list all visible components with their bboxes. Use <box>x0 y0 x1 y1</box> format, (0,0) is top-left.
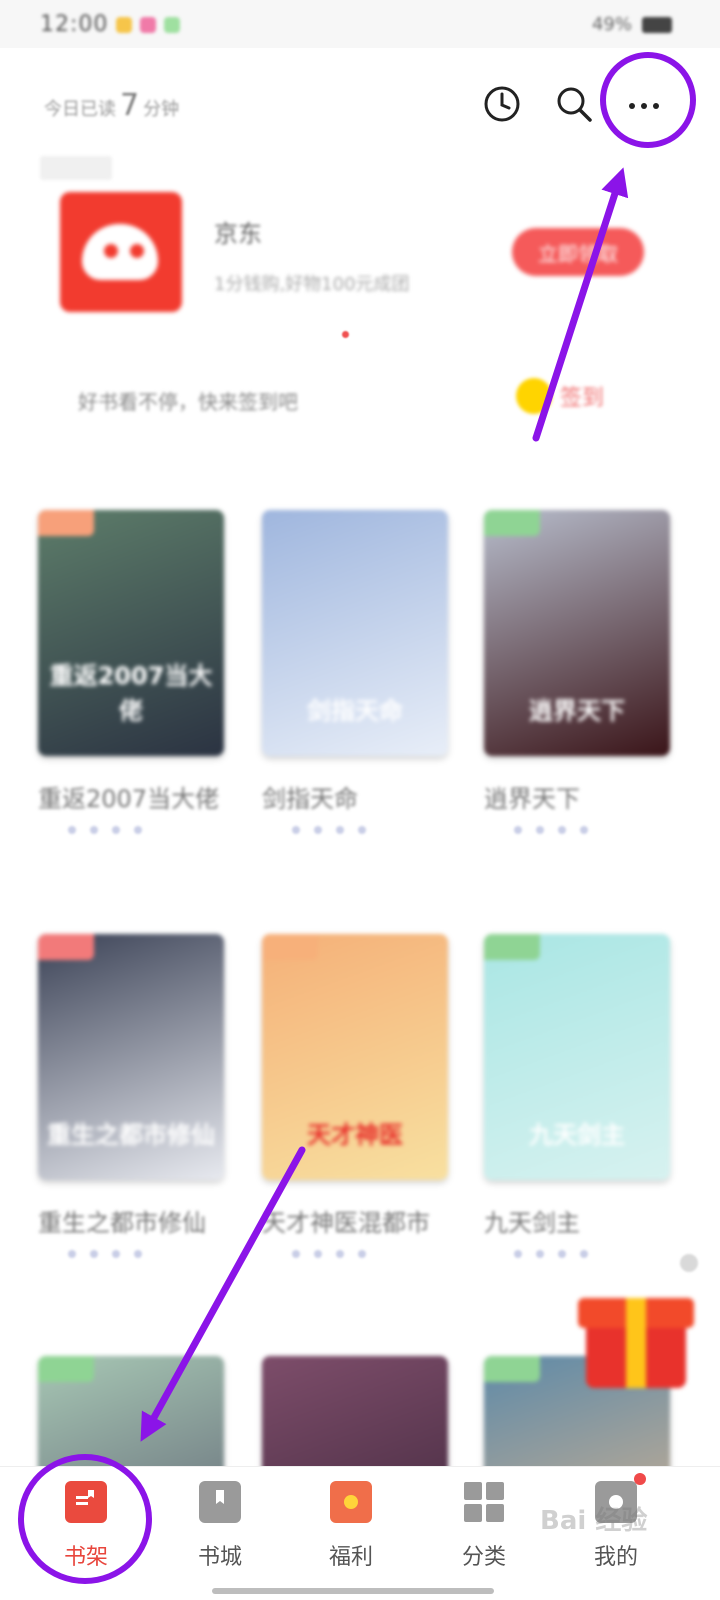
category-icon <box>463 1481 505 1523</box>
status-bar: 12:00 49% <box>0 0 720 48</box>
carousel-indicator <box>342 331 349 338</box>
book-progress-dots <box>38 826 224 834</box>
book-title[interactable]: 重生之都市修仙 <box>38 1206 224 1240</box>
clock-icon <box>484 86 520 122</box>
book-progress-dots <box>484 826 670 834</box>
cover-title: 重返2007当大佬 <box>49 662 213 725</box>
watermark: Bai 经验 <box>540 1506 648 1536</box>
read-today-prefix: 今日已读 <box>44 99 116 120</box>
read-today-value: 7 <box>120 88 140 123</box>
search-icon <box>557 87 592 122</box>
welfare-icon <box>330 1481 372 1523</box>
book-progress-dots <box>484 1250 670 1258</box>
scroll-indicator <box>680 1254 698 1272</box>
book-item[interactable]: 九天剑主 九天剑主 <box>484 934 670 1258</box>
cover-title: 重生之都市修仙 <box>47 1121 215 1149</box>
book-item[interactable]: 剑指天命 剑指天命 <box>262 510 448 834</box>
cover-title: 剑指天命 <box>307 697 403 725</box>
reward-gift-button[interactable] <box>576 1290 696 1390</box>
book-title[interactable]: 重返2007当大佬 <box>38 782 224 816</box>
book-cover[interactable]: 剑指天命 <box>262 510 448 756</box>
book-cover[interactable]: 逍界天下 <box>484 510 670 756</box>
book-badge <box>484 934 540 960</box>
coin-icon <box>516 378 552 414</box>
book-cover[interactable]: 重生之都市修仙 <box>38 934 224 1180</box>
notification-icon <box>164 16 181 33</box>
book-badge <box>38 1356 94 1382</box>
book-item[interactable]: 重返2007当大佬 重返2007当大佬 <box>38 510 224 834</box>
notice-text: 好书看不停，快来签到吧 <box>78 390 298 414</box>
cover-title: 九天剑主 <box>529 1121 625 1149</box>
book-badge <box>38 934 94 960</box>
notification-icon <box>140 16 157 33</box>
history-button[interactable] <box>478 80 526 128</box>
ad-tag <box>40 156 112 180</box>
book-item[interactable]: 天才神医天才神医混都市 <box>262 934 448 1258</box>
sign-in-label: 签到 <box>560 386 605 411</box>
book-progress-dots <box>38 1250 224 1258</box>
book-cover[interactable]: 天才神医 <box>262 934 448 1180</box>
read-today-suffix: 分钟 <box>143 99 180 120</box>
book-badge <box>484 1356 540 1382</box>
search-button[interactable] <box>550 80 598 128</box>
book-badge <box>484 510 540 536</box>
book-cover[interactable]: 九天剑主 <box>484 934 670 1180</box>
bookstore-icon <box>199 1481 241 1523</box>
ad-title[interactable]: 京东 <box>214 214 262 249</box>
book-title[interactable]: 九天剑主 <box>484 1206 670 1240</box>
home-indicator[interactable] <box>212 1588 494 1594</box>
nav-label: 福利 <box>328 1545 373 1570</box>
nav-label: 书城 <box>197 1545 242 1570</box>
book-cover[interactable]: 重返2007当大佬 <box>38 510 224 756</box>
notification-icon <box>116 16 133 33</box>
ad-logo[interactable] <box>60 192 182 312</box>
battery-icon <box>642 16 672 33</box>
book-progress-dots <box>262 1250 448 1258</box>
app-screen: 12:00 49% 今日已读 7 分钟 京东 1分钱购,好物100元成团 立即领… <box>0 0 720 1600</box>
cover-title: 天才神医 <box>307 1121 403 1149</box>
read-today-stat: 今日已读 7 分钟 <box>44 88 179 123</box>
nav-category[interactable]: 分类 <box>434 1481 534 1571</box>
nav-label: 分类 <box>461 1545 506 1570</box>
ad-subtitle: 1分钱购,好物100元成团 <box>214 274 410 295</box>
sign-in-button[interactable]: 签到 <box>516 378 604 414</box>
annotation-circle-more <box>600 52 696 148</box>
book-item[interactable]: 重生之都市修仙 重生之都市修仙 <box>38 934 224 1258</box>
book-title[interactable]: 剑指天命 <box>262 782 448 816</box>
nav-label: 我的 <box>593 1545 638 1570</box>
book-item[interactable]: 逍界天下 逍界天下 <box>484 510 670 834</box>
book-badge <box>262 934 318 960</box>
book-title[interactable]: 天才神医混都市 <box>262 1206 448 1240</box>
nav-bookstore[interactable]: 书城 <box>170 1481 270 1571</box>
status-time: 12:00 <box>40 12 109 37</box>
nav-welfare[interactable]: 福利 <box>301 1481 401 1571</box>
book-badge <box>38 510 94 536</box>
book-progress-dots <box>262 826 448 834</box>
book-title[interactable]: 逍界天下 <box>484 782 670 816</box>
profile-badge-dot <box>634 1473 646 1485</box>
cover-title: 逍界天下 <box>529 697 625 725</box>
annotation-circle-bookshelf <box>18 1454 152 1584</box>
ad-cta-button[interactable]: 立即领取 <box>512 228 644 276</box>
battery-percent: 49% <box>591 14 632 35</box>
